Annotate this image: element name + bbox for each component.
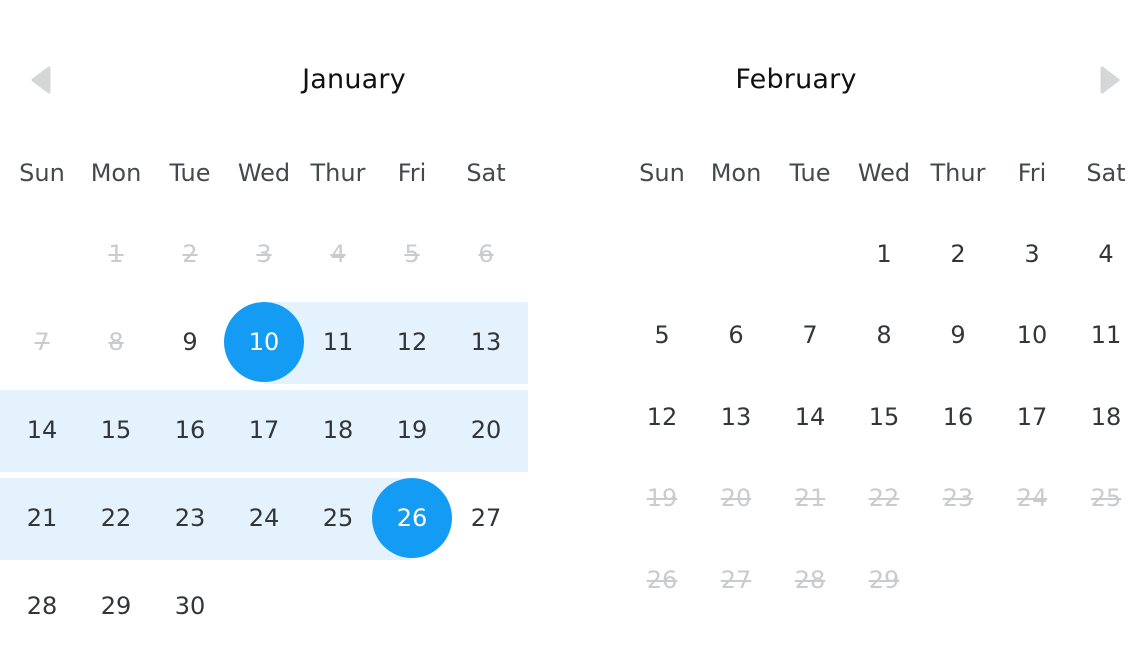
day-cell-february-13[interactable]: 13 xyxy=(706,397,766,437)
day-cell-disabled-january-3: 3 xyxy=(256,240,272,268)
day-cell-january-28[interactable]: 28 xyxy=(12,586,72,626)
weekday-header: Thur xyxy=(310,159,366,187)
day-cell-in-range-january-14[interactable]: 14 xyxy=(12,410,72,450)
weekday-header: Sat xyxy=(1086,159,1126,187)
day-cell-february-10[interactable]: 10 xyxy=(1002,315,1062,355)
day-cell-february-4[interactable]: 4 xyxy=(1076,234,1136,274)
day-cell-disabled-february-25: 25 xyxy=(1090,484,1122,512)
day-cell-disabled-february-28: 28 xyxy=(794,566,826,594)
weekday-header: Thur xyxy=(930,159,986,187)
day-cell-in-range-january-19[interactable]: 19 xyxy=(382,410,442,450)
day-cell-february-8[interactable]: 8 xyxy=(854,315,914,355)
weekday-header: Sat xyxy=(466,159,506,187)
day-cell-february-11[interactable]: 11 xyxy=(1076,315,1136,355)
day-cell-february-9[interactable]: 9 xyxy=(928,315,988,355)
day-cell-february-6[interactable]: 6 xyxy=(706,315,766,355)
weekday-header: Sun xyxy=(19,159,65,187)
day-cell-disabled-january-5: 5 xyxy=(404,240,420,268)
day-cell-disabled-february-22: 22 xyxy=(868,484,900,512)
day-cell-february-15[interactable]: 15 xyxy=(854,397,914,437)
day-cell-february-5[interactable]: 5 xyxy=(632,315,692,355)
day-cell-disabled-february-20: 20 xyxy=(720,484,752,512)
weekday-header: Mon xyxy=(90,159,142,187)
weekday-header: Mon xyxy=(710,159,762,187)
day-cell-disabled-february-24: 24 xyxy=(1016,484,1048,512)
day-cell-disabled-january-2: 2 xyxy=(182,240,198,268)
day-cell-selected-january-10[interactable]: 10 xyxy=(234,322,294,362)
day-cell-in-range-january-23[interactable]: 23 xyxy=(160,498,220,538)
day-cell-in-range-january-17[interactable]: 17 xyxy=(234,410,294,450)
next-month-button[interactable] xyxy=(1098,66,1122,94)
day-cell-disabled-february-21: 21 xyxy=(794,484,826,512)
day-cell-january-29[interactable]: 29 xyxy=(86,586,146,626)
day-cell-disabled-january-1: 1 xyxy=(108,240,124,268)
day-cell-in-range-january-11[interactable]: 11 xyxy=(308,322,368,362)
day-cell-disabled-february-29: 29 xyxy=(868,566,900,594)
day-cell-disabled-february-26: 26 xyxy=(646,566,678,594)
day-cell-february-18[interactable]: 18 xyxy=(1076,397,1136,437)
day-cell-in-range-january-18[interactable]: 18 xyxy=(308,410,368,450)
day-cell-disabled-february-19: 19 xyxy=(646,484,678,512)
day-cell-in-range-january-25[interactable]: 25 xyxy=(308,498,368,538)
day-cell-in-range-january-21[interactable]: 21 xyxy=(12,498,72,538)
month-title-january: January xyxy=(302,64,406,95)
day-cell-in-range-january-24[interactable]: 24 xyxy=(234,498,294,538)
day-cell-disabled-january-4: 4 xyxy=(330,240,346,268)
day-cell-february-3[interactable]: 3 xyxy=(1002,234,1062,274)
day-cell-disabled-january-7: 7 xyxy=(34,328,50,356)
weekday-header: Fri xyxy=(397,159,427,187)
day-cell-disabled-february-23: 23 xyxy=(942,484,974,512)
day-cell-february-1[interactable]: 1 xyxy=(854,234,914,274)
weekday-header: Tue xyxy=(169,159,211,187)
day-cell-disabled-february-27: 27 xyxy=(720,566,752,594)
weekday-header: Tue xyxy=(789,159,831,187)
weekday-header: Wed xyxy=(857,159,911,187)
day-cell-in-range-january-22[interactable]: 22 xyxy=(86,498,146,538)
day-cell-in-range-january-20[interactable]: 20 xyxy=(456,410,516,450)
previous-month-button[interactable] xyxy=(29,66,53,94)
day-cell-in-range-january-16[interactable]: 16 xyxy=(160,410,220,450)
day-cell-in-range-january-13[interactable]: 13 xyxy=(456,322,516,362)
day-cell-january-9[interactable]: 9 xyxy=(160,322,220,362)
triangle-right-icon xyxy=(1100,66,1120,94)
day-cell-february-12[interactable]: 12 xyxy=(632,397,692,437)
day-cell-february-14[interactable]: 14 xyxy=(780,397,840,437)
day-cell-february-17[interactable]: 17 xyxy=(1002,397,1062,437)
triangle-left-icon xyxy=(31,66,51,94)
day-cell-february-7[interactable]: 7 xyxy=(780,315,840,355)
day-cell-disabled-january-8: 8 xyxy=(108,328,124,356)
day-cell-february-16[interactable]: 16 xyxy=(928,397,988,437)
month-title-february: February xyxy=(735,64,857,95)
day-cell-selected-january-26[interactable]: 26 xyxy=(382,498,442,538)
day-cell-in-range-january-15[interactable]: 15 xyxy=(86,410,146,450)
day-cell-in-range-january-12[interactable]: 12 xyxy=(382,322,442,362)
day-cell-january-30[interactable]: 30 xyxy=(160,586,220,626)
weekday-header: Sun xyxy=(639,159,685,187)
day-cell-january-27[interactable]: 27 xyxy=(456,498,516,538)
weekday-header: Wed xyxy=(237,159,291,187)
weekday-header: Fri xyxy=(1017,159,1047,187)
day-cell-disabled-january-6: 6 xyxy=(478,240,494,268)
day-cell-february-2[interactable]: 2 xyxy=(928,234,988,274)
